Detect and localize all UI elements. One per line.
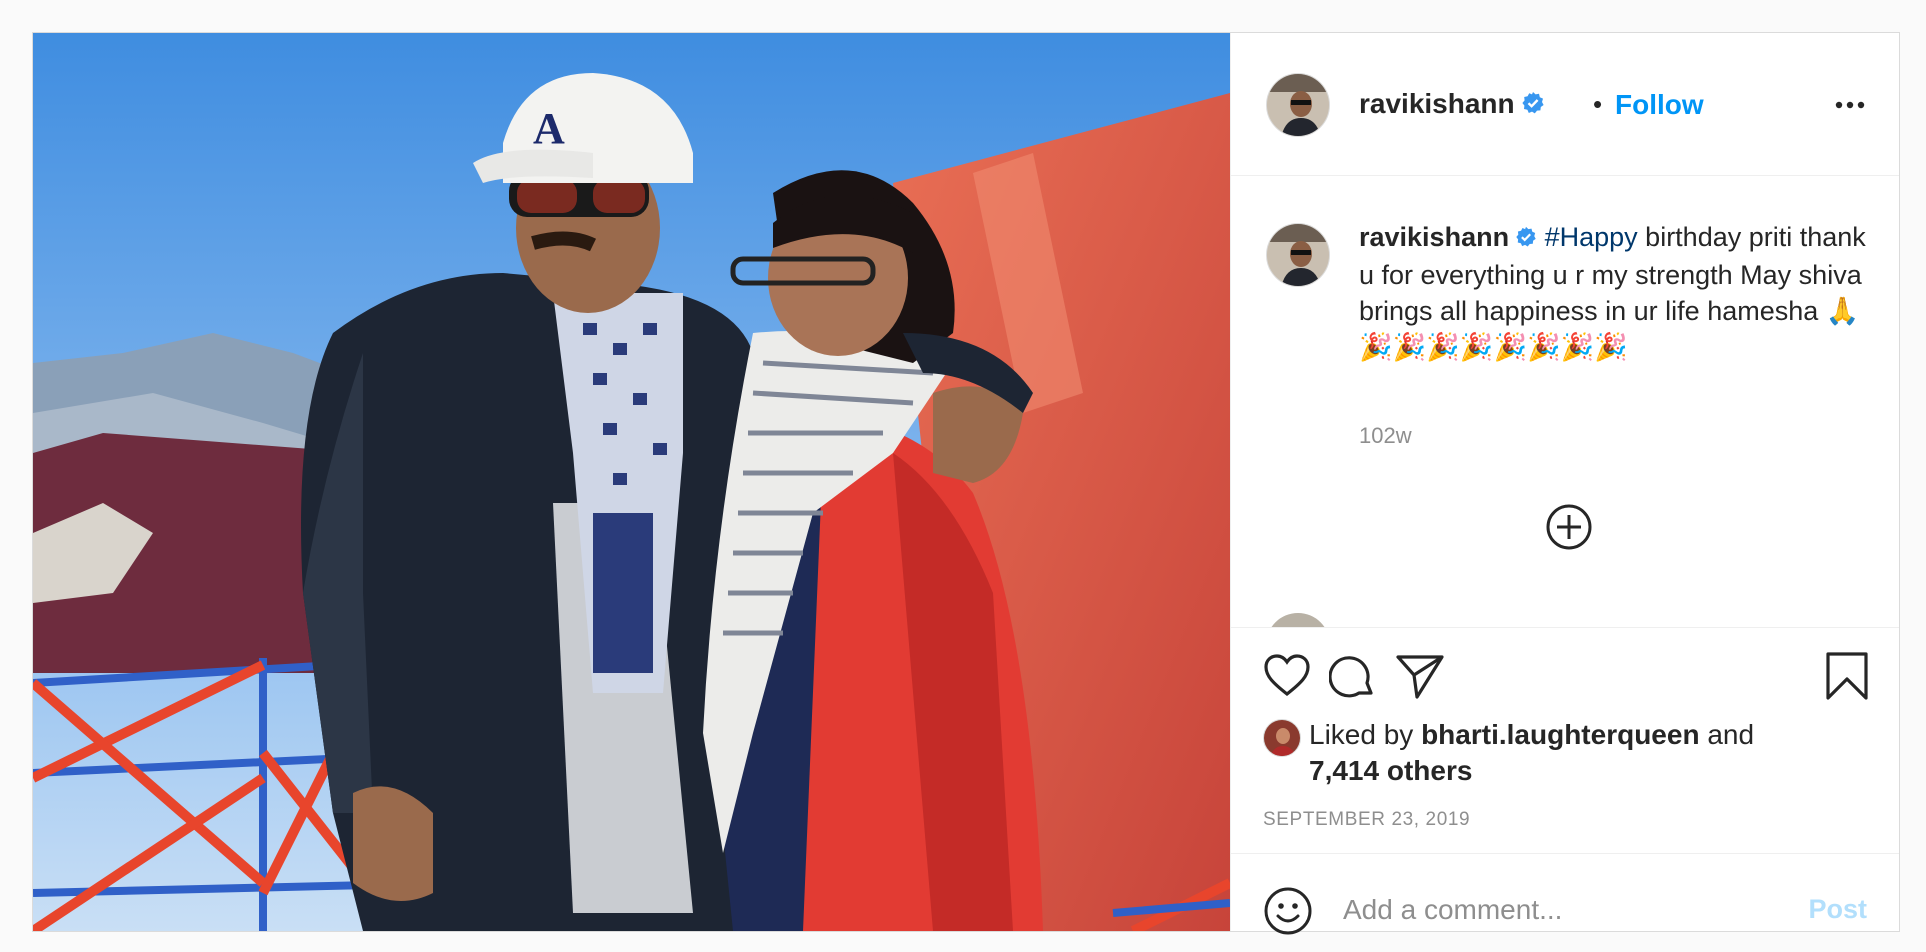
post-actions-bar: [1231, 627, 1899, 707]
post-photo-image: A: [33, 33, 1230, 931]
post-header: ravikishann • Follow: [1231, 33, 1899, 176]
post-photo[interactable]: A: [33, 33, 1230, 931]
post-card: A ravikishann • Follow ravikishann #Happ…: [32, 32, 1900, 936]
post-side-panel: ravikishann • Follow ravikishann #Happy …: [1230, 33, 1899, 936]
load-more-comments-icon[interactable]: [1545, 503, 1593, 551]
post-date[interactable]: SEPTEMBER 23, 2019: [1263, 809, 1470, 831]
author-username[interactable]: ravikishann: [1359, 88, 1545, 122]
liker-avatar-image: [1264, 720, 1300, 756]
svg-text:A: A: [533, 104, 565, 153]
emoji-icon[interactable]: [1263, 886, 1313, 936]
author-avatar-image: [1267, 74, 1329, 136]
add-comment-bar: Post: [1231, 853, 1899, 936]
liker-username-link[interactable]: bharti.laughterqueen: [1421, 719, 1699, 750]
likes-middle: and: [1699, 719, 1755, 750]
caption-verified-badge-icon: [1515, 221, 1537, 257]
post-caption: ravikishann #Happy birthday priti thank …: [1359, 219, 1869, 365]
likes-count-link[interactable]: 7,414 others: [1309, 755, 1472, 786]
caption-avatar-image: [1267, 224, 1329, 286]
heart-icon[interactable]: [1263, 653, 1311, 702]
comments-section[interactable]: ravikishann #Happy birthday priti thank …: [1231, 175, 1899, 628]
verified-badge-icon: [1521, 90, 1545, 122]
caption-timestamp[interactable]: 102w: [1359, 423, 1412, 449]
header-separator: •: [1593, 89, 1603, 119]
comment-icon[interactable]: [1328, 653, 1377, 706]
comment-input[interactable]: [1341, 884, 1775, 936]
liker-avatar[interactable]: [1263, 719, 1301, 757]
author-username-text: ravikishann: [1359, 88, 1515, 119]
author-avatar[interactable]: [1266, 73, 1330, 137]
follow-button[interactable]: Follow: [1615, 89, 1704, 121]
next-comment-avatar: [1266, 613, 1330, 627]
post-comment-button[interactable]: Post: [1808, 894, 1867, 925]
caption-username[interactable]: ravikishann: [1359, 222, 1509, 252]
share-icon[interactable]: [1395, 653, 1445, 706]
likes-prefix: Liked by: [1309, 719, 1422, 750]
caption-author-avatar[interactable]: [1266, 223, 1330, 287]
more-options-icon[interactable]: [1833, 93, 1867, 117]
bookmark-icon[interactable]: [1825, 651, 1869, 706]
caption-hashtag-link[interactable]: #Happy: [1545, 222, 1638, 252]
